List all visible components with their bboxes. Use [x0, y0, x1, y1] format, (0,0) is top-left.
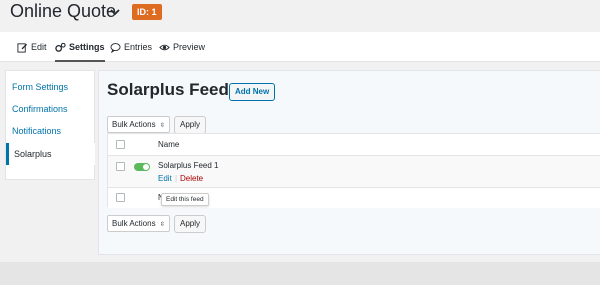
toolbar-entries[interactable]: Entries — [110, 32, 152, 62]
sidebar-item-notifications[interactable]: Notifications — [6, 120, 95, 142]
form-header: Online Quote ID: 1 — [0, 0, 600, 28]
bulk-actions-select-top[interactable]: Bulk Actions ⇳ — [107, 116, 170, 133]
feed-delete-link[interactable]: Delete — [180, 174, 203, 183]
add-new-button[interactable]: Add New — [229, 83, 276, 101]
toolbar-settings-label: Settings — [69, 42, 105, 52]
bulk-actions-select-bottom[interactable]: Bulk Actions ⇳ — [107, 215, 170, 232]
feed-edit-link[interactable]: Edit — [158, 174, 172, 183]
toolbar-edit-label: Edit — [31, 42, 47, 52]
row-action-separator: | — [175, 174, 178, 183]
form-id-badge: ID: 1 — [132, 4, 162, 20]
sidebar-item-solarplus[interactable]: Solarplus — [6, 143, 95, 165]
select-arrows-icon: ⇳ — [159, 222, 165, 228]
toolbar-settings[interactable]: Settings — [55, 32, 105, 62]
table-header: Name — [108, 134, 600, 156]
apply-button-top[interactable]: Apply — [174, 116, 207, 134]
toolbar-preview[interactable]: Preview — [159, 32, 205, 62]
toggle-knob — [143, 164, 149, 170]
gears-icon — [55, 42, 66, 52]
select-arrows-icon: ⇳ — [159, 123, 165, 129]
settings-sidebar: Form Settings Confirmations Notification… — [5, 70, 95, 180]
edit-feed-tooltip: Edit this feed — [161, 193, 209, 206]
sidebar-item-form-settings[interactable]: Form Settings — [6, 76, 95, 98]
feeds-table: Name Solarplus Feed 1 Edit | Delete N Ed… — [107, 133, 600, 208]
sidebar-item-confirmations[interactable]: Confirmations — [6, 98, 95, 120]
row-checkbox[interactable] — [116, 193, 125, 202]
toolbar-edit[interactable]: Edit — [17, 32, 47, 62]
form-title[interactable]: Online Quote — [10, 1, 116, 22]
eye-icon — [159, 44, 170, 50]
feeds-panel: Solarplus Feeds Add New Bulk Actions ⇳ A… — [98, 70, 600, 255]
toolbar-preview-label: Preview — [173, 42, 206, 52]
bulk-actions-label: Bulk Actions — [112, 120, 156, 129]
footer-area — [0, 262, 600, 285]
feed-active-toggle[interactable] — [134, 163, 150, 171]
comment-icon — [110, 42, 121, 53]
toolbar-entries-label: Entries — [124, 42, 153, 52]
edit-icon — [17, 42, 28, 53]
select-all-checkbox[interactable] — [116, 140, 125, 149]
form-toolbar: Edit Settings Entries Preview — [0, 32, 600, 62]
page-title: Solarplus Feeds — [107, 80, 239, 99]
column-name-header: Name — [158, 140, 180, 149]
chevron-down-icon[interactable] — [108, 5, 122, 19]
table-row: Solarplus Feed 1 Edit | Delete — [108, 156, 600, 188]
apply-button-bottom[interactable]: Apply — [174, 215, 207, 233]
active-tab-indicator — [55, 60, 105, 62]
bulk-actions-label: Bulk Actions — [112, 219, 156, 228]
feed-name[interactable]: Solarplus Feed 1 — [158, 161, 218, 170]
row-checkbox[interactable] — [116, 162, 125, 171]
